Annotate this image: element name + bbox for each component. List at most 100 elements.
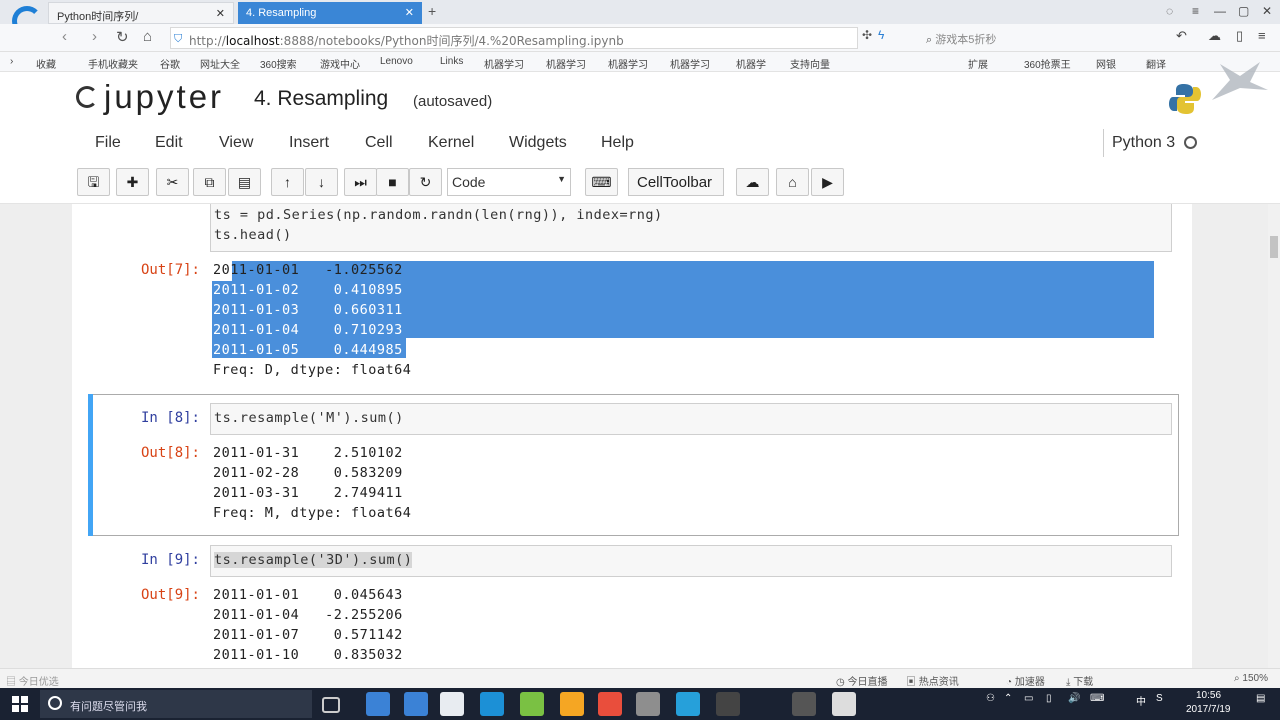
paste-button[interactable]: ▤ — [228, 168, 261, 196]
taskbar-search[interactable]: 有问题尽管问我 — [40, 690, 312, 718]
jupyter-logo-icon[interactable] — [76, 86, 98, 108]
bookmark-svm[interactable]: 支持向量 — [790, 56, 830, 71]
copy-button[interactable]: ⧉ — [193, 168, 226, 196]
menu-edit[interactable]: Edit — [155, 134, 183, 152]
page-scrollbar[interactable] — [1268, 204, 1280, 668]
zoom-level[interactable]: ⌕ 150% — [1234, 673, 1268, 684]
tab-python-time-series[interactable]: Python时间序列/ ✕ — [48, 2, 234, 24]
lightning-icon[interactable]: ϟ — [878, 28, 884, 42]
insert-cell-button[interactable]: ✚ — [116, 168, 149, 196]
tab-resampling[interactable]: 4. Resampling ✕ — [238, 2, 422, 24]
interrupt-button[interactable]: ■ — [376, 168, 409, 196]
bookmark-games[interactable]: 游戏中心 — [320, 56, 360, 71]
more-icon[interactable]: ≡ — [1258, 28, 1266, 43]
menu-help[interactable]: Help — [601, 134, 634, 152]
collapse-icon[interactable]: › — [10, 56, 13, 67]
notebook-title[interactable]: 4. Resampling — [254, 87, 388, 111]
new-tab-button[interactable]: + — [428, 3, 436, 19]
bookmark-ml-4[interactable]: 机器学习 — [670, 56, 710, 71]
folder-icon[interactable] — [560, 692, 584, 716]
url-field[interactable]: ⛉ http://localhost:8888/notebooks/Python… — [170, 27, 858, 49]
bookmark-mobile[interactable]: 手机收藏夹 — [88, 56, 138, 71]
tool-360-tickets[interactable]: 360抢票王 — [1024, 56, 1071, 71]
cloud-upload-button[interactable]: ☁ — [736, 168, 769, 196]
tool-extensions[interactable]: 扩展 — [968, 56, 988, 71]
app-blue-icon[interactable] — [676, 692, 700, 716]
status-live[interactable]: ◷ 今日直播 — [836, 673, 888, 688]
menu-file[interactable]: File — [95, 134, 121, 152]
settings-icon[interactable]: ✣ — [862, 28, 872, 42]
windows-start-icon[interactable] — [12, 696, 28, 712]
maximize-icon[interactable]: ▢ — [1238, 4, 1249, 18]
ime-indicator[interactable]: 中 — [1136, 693, 1146, 708]
app-green-icon[interactable] — [520, 692, 544, 716]
tray-network-icon[interactable]: ▭ — [1024, 693, 1033, 704]
close-tab-icon[interactable]: ✕ — [405, 6, 414, 19]
move-up-button[interactable]: ↑ — [271, 168, 304, 196]
tray-keyboard-icon[interactable]: ⌨ — [1090, 693, 1104, 704]
menu-icon[interactable]: ≡ — [1192, 4, 1199, 18]
back-icon[interactable]: ‹ — [62, 28, 67, 45]
status-news[interactable]: ▣ 热点资讯 — [906, 673, 959, 688]
forward-icon[interactable]: › — [92, 28, 97, 45]
tray-chevron-icon[interactable]: ⌃ — [1004, 693, 1012, 704]
tray-battery-icon[interactable]: ▯ — [1046, 693, 1052, 704]
task-view-icon[interactable] — [322, 697, 340, 713]
bookmark-ml-1[interactable]: 机器学习 — [484, 56, 524, 71]
bookmark-lenovo[interactable]: Lenovo — [380, 56, 413, 67]
gift-button[interactable]: ⌂ — [776, 168, 809, 196]
ie-icon[interactable] — [404, 692, 428, 716]
tray-person-icon[interactable]: ⚇ — [986, 693, 995, 704]
status-download[interactable]: ⤓ 下载 — [1066, 673, 1093, 688]
cut-button[interactable]: ✂ — [156, 168, 189, 196]
cloud-icon[interactable]: ☁ — [1208, 28, 1221, 44]
run-button[interactable]: ⏭ — [344, 168, 377, 196]
celltoolbar-button[interactable]: CellToolbar — [628, 168, 724, 196]
app-gray-icon[interactable] — [636, 692, 660, 716]
tool-translate[interactable]: 翻译 — [1146, 56, 1166, 71]
store-icon[interactable] — [440, 692, 464, 716]
edge-icon[interactable] — [366, 692, 390, 716]
search-input[interactable]: ⌕ 游戏本5折秒 — [920, 27, 1150, 49]
menu-insert[interactable]: Insert — [289, 134, 329, 152]
close-window-icon[interactable]: ✕ — [1262, 4, 1272, 18]
clock-date[interactable]: 2017/7/19 — [1186, 704, 1231, 715]
tray-volume-icon[interactable]: 🔊 — [1068, 693, 1080, 704]
app-red-icon[interactable] — [598, 692, 622, 716]
bookmark-hao[interactable]: 网址大全 — [200, 56, 240, 71]
restart-button[interactable]: ↻ — [409, 168, 442, 196]
bookmark-ml-3[interactable]: 机器学习 — [608, 56, 648, 71]
reload-icon[interactable]: ↻ — [116, 28, 129, 46]
menu-widgets[interactable]: Widgets — [509, 134, 567, 152]
minimize-icon[interactable]: — — [1214, 4, 1226, 18]
notifications-icon[interactable]: ▤ — [1256, 693, 1265, 704]
bookmark-ml-5[interactable]: 机器学 — [736, 56, 766, 71]
scrollbar-thumb[interactable] — [1270, 236, 1278, 258]
present-button[interactable]: ▶ — [811, 168, 844, 196]
jupyter-logo-text[interactable]: jupyter — [104, 78, 224, 116]
bookmark-icon[interactable]: ▯ — [1236, 28, 1243, 44]
browser-360-icon[interactable] — [480, 692, 504, 716]
app-pdf-icon[interactable] — [792, 692, 816, 716]
skin-icon[interactable]: ◌ — [1166, 4, 1173, 18]
home-icon[interactable]: ⌂ — [143, 28, 152, 45]
menu-cell[interactable]: Cell — [365, 134, 393, 152]
tool-bank[interactable]: 网银 — [1096, 56, 1116, 71]
menu-view[interactable]: View — [219, 134, 253, 152]
menu-kernel[interactable]: Kernel — [428, 134, 474, 152]
bookmark-360[interactable]: 360搜索 — [260, 56, 297, 71]
move-down-button[interactable]: ↓ — [305, 168, 338, 196]
tray-s-icon[interactable]: S — [1156, 693, 1163, 704]
status-left[interactable]: ▤ 今日优选 — [6, 673, 59, 688]
close-tab-icon[interactable]: ✕ — [216, 7, 225, 20]
app-window-icon[interactable] — [832, 692, 856, 716]
bookmark-favorites[interactable]: 收藏 — [36, 56, 56, 71]
app-dark-icon[interactable] — [716, 692, 740, 716]
command-palette-button[interactable]: ⌨ — [585, 168, 618, 196]
bookmark-google[interactable]: 谷歌 — [160, 56, 180, 71]
undo-icon[interactable]: ↶ — [1176, 28, 1187, 44]
clock-time[interactable]: 10:56 — [1196, 690, 1221, 701]
cell-type-select[interactable]: Code ▼ — [447, 168, 571, 196]
bookmark-ml-2[interactable]: 机器学习 — [546, 56, 586, 71]
bookmark-links[interactable]: Links — [440, 56, 463, 67]
